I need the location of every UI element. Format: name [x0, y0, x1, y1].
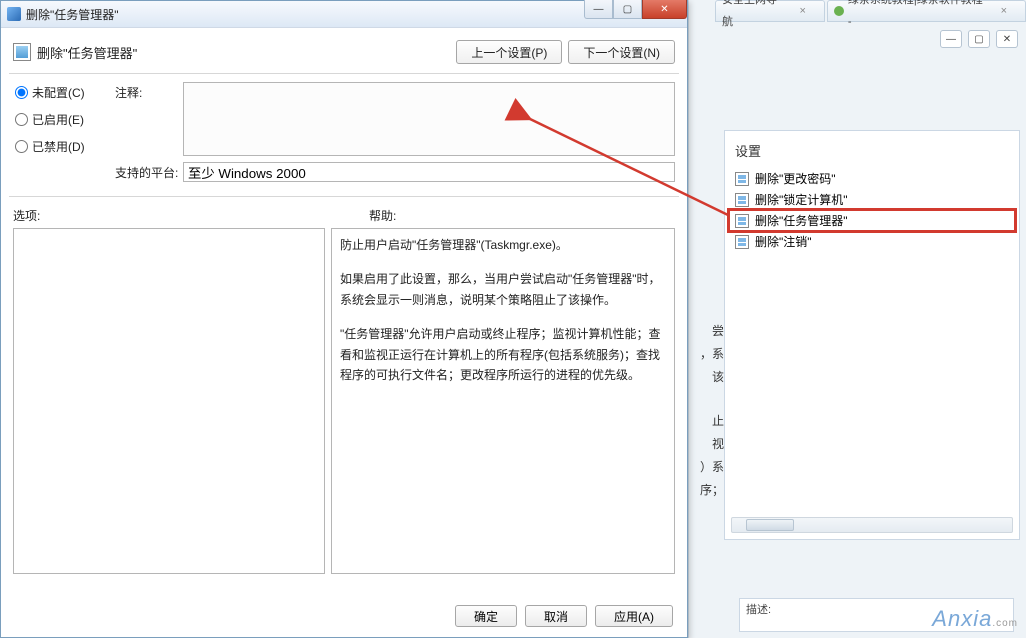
- policy-icon: [735, 214, 749, 228]
- help-text: "任务管理器"允许用户启动或终止程序；监视计算机性能；查看和监视正运行在计算机上…: [340, 324, 666, 385]
- horizontal-scrollbar[interactable]: [731, 517, 1013, 533]
- minimize-button[interactable]: —: [940, 30, 962, 48]
- help-text: 如果启用了此设置，那么，当用户尝试启动"任务管理器"时，系统会显示一则消息，说明…: [340, 269, 666, 310]
- close-button[interactable]: ✕: [996, 30, 1018, 48]
- help-text: 防止用户启动"任务管理器"(Taskmgr.exe)。: [340, 235, 666, 255]
- previous-setting-button[interactable]: 上一个设置(P): [456, 40, 562, 64]
- gp-item-label: 删除"更改密码": [755, 170, 836, 187]
- gp-list: 删除"更改密码" 删除"锁定计算机" 删除"任务管理器" 删除"注销": [725, 164, 1019, 256]
- dialog-title: 删除"任务管理器": [26, 6, 681, 23]
- header-title: 删除"任务管理器": [37, 43, 450, 62]
- help-pane[interactable]: 防止用户启动"任务管理器"(Taskmgr.exe)。 如果启用了此设置，那么，…: [331, 228, 675, 574]
- browser-tab-strip: 安全上网导航 × 绿茶系统教程|绿茶软件教程 - ×: [679, 0, 1026, 24]
- radio-enabled[interactable]: 已启用(E): [15, 111, 115, 128]
- radio-input[interactable]: [15, 113, 28, 126]
- state-radios: 未配置(C) 已启用(E) 已禁用(D): [15, 82, 115, 188]
- options-pane[interactable]: [13, 228, 325, 574]
- pane-labels: 选项: 帮助:: [5, 207, 683, 224]
- close-button[interactable]: ✕: [642, 0, 687, 19]
- policy-icon: [13, 43, 31, 61]
- close-icon[interactable]: ×: [1001, 0, 1007, 22]
- maximize-button[interactable]: ▢: [613, 0, 642, 19]
- dialog-body: 删除"任务管理器" 上一个设置(P) 下一个设置(N) 未配置(C) 已启用(E…: [5, 31, 683, 633]
- dialog-footer: 确定 取消 应用(A): [455, 605, 673, 627]
- gp-item-label: 删除"锁定计算机": [755, 191, 848, 208]
- app-icon: [7, 7, 21, 21]
- next-setting-button[interactable]: 下一个设置(N): [568, 40, 675, 64]
- browser-window-buttons: — ▢ ✕: [940, 30, 1018, 48]
- gp-header: 设置: [725, 131, 1019, 164]
- site-icon: [834, 6, 844, 16]
- browser-tab-1[interactable]: 安全上网导航 ×: [715, 0, 825, 22]
- gp-item-change-password[interactable]: 删除"更改密码": [729, 168, 1015, 189]
- policy-icon: [735, 172, 749, 186]
- policy-icon: [735, 193, 749, 207]
- dialog-titlebar[interactable]: 删除"任务管理器" — ▢ ✕: [1, 1, 687, 28]
- tab-label: 安全上网导航: [722, 0, 788, 33]
- radio-label: 已启用(E): [32, 111, 84, 128]
- gp-item-lock-computer[interactable]: 删除"锁定计算机": [729, 189, 1015, 210]
- policy-icon: [735, 235, 749, 249]
- maximize-button[interactable]: ▢: [968, 30, 990, 48]
- close-icon[interactable]: ×: [800, 0, 806, 22]
- radio-input[interactable]: [15, 86, 28, 99]
- policy-dialog: 删除"任务管理器" — ▢ ✕ 删除"任务管理器" 上一个设置(P) 下一个设置…: [0, 0, 688, 638]
- radio-label: 未配置(C): [32, 84, 85, 101]
- platform-label: 支持的平台:: [115, 162, 183, 182]
- minimize-button[interactable]: —: [584, 0, 613, 19]
- cancel-button[interactable]: 取消: [525, 605, 587, 627]
- separator: [9, 196, 679, 197]
- watermark: Anxia.com: [932, 606, 1018, 632]
- panes: 防止用户启动"任务管理器"(Taskmgr.exe)。 如果启用了此设置，那么，…: [5, 224, 683, 574]
- radio-input[interactable]: [15, 140, 28, 153]
- dialog-header: 删除"任务管理器" 上一个设置(P) 下一个设置(N): [5, 31, 683, 73]
- ok-button[interactable]: 确定: [455, 605, 517, 627]
- background-browser: 安全上网导航 × 绿茶系统教程|绿茶软件教程 - × — ▢ ✕ 尝 ，系 该 …: [688, 0, 1026, 638]
- help-label: 帮助:: [369, 207, 396, 224]
- comment-label: 注释:: [115, 82, 183, 156]
- comment-input[interactable]: [183, 82, 675, 156]
- config-area: 未配置(C) 已启用(E) 已禁用(D) 注释: 支持的平台:: [5, 74, 683, 188]
- config-fields: 注释: 支持的平台:: [115, 82, 675, 188]
- radio-label: 已禁用(D): [32, 138, 85, 155]
- radio-unconfigured[interactable]: 未配置(C): [15, 84, 115, 101]
- background-text-fragments: 尝 ，系 该 止 视 ）系 序；: [684, 320, 724, 502]
- tab-label: 绿茶系统教程|绿茶软件教程 -: [848, 0, 989, 33]
- browser-tab-2[interactable]: 绿茶系统教程|绿茶软件教程 - ×: [827, 0, 1026, 22]
- platform-field: [183, 162, 675, 182]
- gp-item-label: 删除"注销": [755, 233, 812, 250]
- group-policy-panel: 设置 删除"更改密码" 删除"锁定计算机" 删除"任务管理器" 删除"注销": [724, 130, 1020, 540]
- gp-item-label: 删除"任务管理器": [755, 212, 848, 229]
- apply-button[interactable]: 应用(A): [595, 605, 673, 627]
- gp-item-task-manager[interactable]: 删除"任务管理器": [729, 210, 1015, 231]
- scrollbar-thumb[interactable]: [746, 519, 794, 531]
- gp-item-logoff[interactable]: 删除"注销": [729, 231, 1015, 252]
- options-label: 选项:: [13, 207, 325, 224]
- radio-disabled[interactable]: 已禁用(D): [15, 138, 115, 155]
